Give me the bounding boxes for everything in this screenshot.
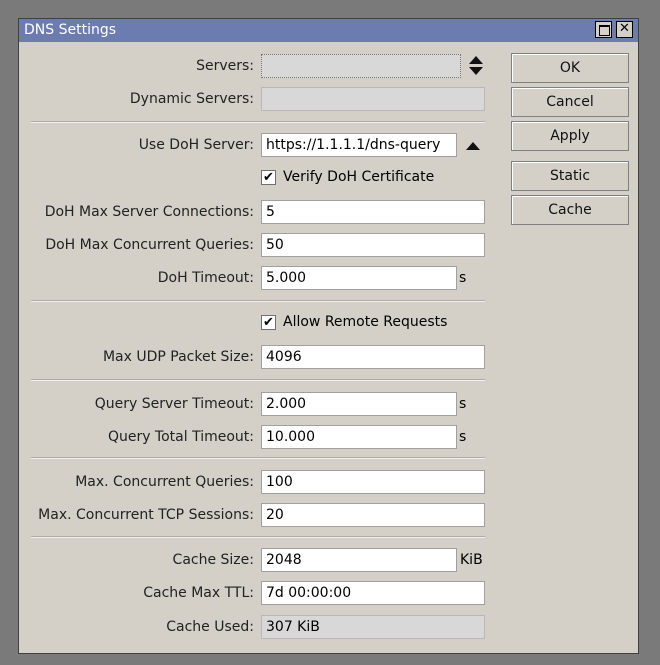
cache-size-input[interactable] [261,548,457,572]
max-udp-packet-size-row: Max UDP Packet Size: [19,345,499,369]
max-udp-packet-size-label: Max UDP Packet Size: [102,349,254,365]
window-title: DNS Settings [24,22,117,38]
query-total-timeout-input[interactable] [261,425,457,449]
max-concurrent-queries-input[interactable] [261,470,485,494]
doh-max-concurrent-queries-row: DoH Max Concurrent Queries: [19,233,499,257]
apply-button[interactable]: Apply [511,121,629,151]
servers-label: Servers: [196,58,254,74]
maximize-icon[interactable] [595,21,612,38]
cache-used-field [261,615,485,639]
doh-timeout-input[interactable] [261,266,457,290]
max-concurrent-queries-row: Max. Concurrent Queries: [19,470,499,494]
doh-max-server-connections-row: DoH Max Server Connections: [19,200,499,224]
doh-max-server-connections-input[interactable] [261,200,485,224]
max-concurrent-queries-label: Max. Concurrent Queries: [75,474,254,490]
doh-timeout-unit: s [459,270,467,286]
ok-button[interactable]: OK [511,53,629,83]
separator [31,536,485,538]
doh-timeout-row: DoH Timeout: s [19,266,499,290]
doh-max-concurrent-queries-input[interactable] [261,233,485,257]
cache-size-unit: KiB [460,552,483,568]
query-total-timeout-row: Query Total Timeout: s [19,425,499,449]
cache-max-ttl-label: Cache Max TTL: [143,585,254,601]
triangle-up-icon[interactable] [466,142,480,150]
separator [31,121,485,123]
separator [31,379,485,381]
cache-used-label: Cache Used: [166,619,254,635]
max-concurrent-tcp-sessions-label: Max. Concurrent TCP Sessions: [38,507,254,523]
max-concurrent-tcp-sessions-row: Max. Concurrent TCP Sessions: [19,503,499,527]
doh-timeout-label: DoH Timeout: [157,270,254,286]
doh-max-server-connections-label: DoH Max Server Connections: [44,204,254,220]
cache-size-row: Cache Size: KiB [19,548,499,572]
use-doh-server-row: Use DoH Server: [19,133,499,157]
dynamic-servers-row: Dynamic Servers: [19,87,499,111]
max-concurrent-tcp-sessions-input[interactable] [261,503,485,527]
cache-max-ttl-row: Cache Max TTL: [19,581,499,605]
verify-doh-certificate-checkbox-row[interactable]: ✔ Verify DoH Certificate [261,168,501,190]
cancel-button[interactable]: Cancel [511,87,629,117]
query-server-timeout-row: Query Server Timeout: s [19,392,499,416]
query-server-timeout-unit: s [459,396,467,412]
checkmark-icon[interactable]: ✔ [261,170,276,185]
query-total-timeout-label: Query Total Timeout: [107,429,254,445]
separator [31,300,485,302]
close-icon[interactable]: ✕ [616,21,633,38]
allow-remote-requests-label: Allow Remote Requests [283,314,448,330]
cache-used-row: Cache Used: [19,615,499,639]
dynamic-servers-field [261,87,485,111]
max-udp-packet-size-input[interactable] [261,345,485,369]
checkmark-icon[interactable]: ✔ [261,315,276,330]
use-doh-server-input[interactable] [261,133,457,157]
cache-max-ttl-input[interactable] [261,581,485,605]
cache-button[interactable]: Cache [511,195,629,225]
dynamic-servers-label: Dynamic Servers: [129,91,254,107]
spinner-up-icon[interactable] [469,56,483,64]
allow-remote-requests-checkbox-row[interactable]: ✔ Allow Remote Requests [261,313,501,335]
title-bar[interactable]: DNS Settings ✕ [19,19,638,42]
cache-size-label: Cache Size: [172,552,254,568]
up-down-arrows-icon[interactable] [469,56,483,78]
query-server-timeout-label: Query Server Timeout: [94,396,254,412]
servers-row: Servers: [19,54,499,78]
query-total-timeout-unit: s [459,429,467,445]
query-server-timeout-input[interactable] [261,392,457,416]
static-button[interactable]: Static [511,161,629,191]
doh-max-concurrent-queries-label: DoH Max Concurrent Queries: [45,237,254,253]
use-doh-server-label: Use DoH Server: [138,137,254,153]
verify-doh-certificate-label: Verify DoH Certificate [283,169,435,185]
dns-settings-window: DNS Settings ✕ Servers: Dynamic Servers:… [18,18,639,654]
separator [31,457,485,459]
servers-input[interactable] [261,54,461,78]
spinner-down-icon[interactable] [469,67,483,75]
